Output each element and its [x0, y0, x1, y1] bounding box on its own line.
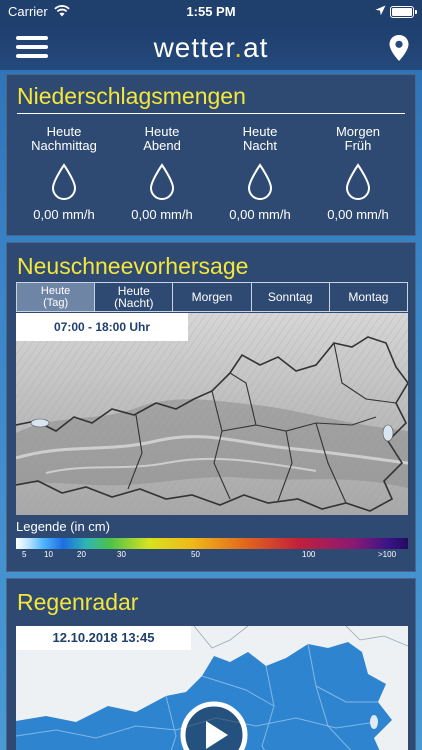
tab-sunday[interactable]: Sonntag [250, 282, 330, 312]
legend-labels: 5 10 20 30 50 100 >100 [16, 550, 408, 562]
tab-monday[interactable]: Montag [328, 282, 409, 312]
location-pin-icon[interactable] [388, 34, 410, 62]
day-tabs: Heute (Tag) Heute (Nacht) Morgen Sonntag M… [16, 282, 409, 312]
legend-tick: 20 [77, 550, 86, 559]
precipitation-title: Niederschlagsmengen [17, 83, 246, 109]
legend-tick: 100 [302, 550, 316, 559]
nav-bar: wetter.at [0, 24, 422, 70]
precip-value: 0,00 mm/h [131, 207, 193, 222]
legend-tick: 10 [44, 550, 53, 559]
legend-tick: 30 [117, 550, 126, 559]
precip-value: 0,00 mm/h [33, 207, 95, 222]
raindrop-icon [345, 163, 371, 200]
logo-main: wetter [153, 32, 235, 63]
title-divider [17, 113, 405, 114]
precip-column-afternoon: Heute Nachmittag 0,00 mm/h [14, 124, 114, 223]
tab-today-day[interactable]: Heute (Tag) [16, 282, 96, 312]
battery-icon [390, 6, 417, 18]
raindrop-icon [247, 163, 273, 200]
tab-today-night[interactable]: Heute (Nacht) [94, 282, 174, 312]
legend-tick: >100 [378, 550, 397, 559]
legend-tick: 5 [22, 550, 27, 559]
legend-color-bar [16, 538, 408, 549]
precip-period-label: Heute Abend [143, 124, 181, 153]
radar-map[interactable]: 12.10.2018 13:45 [16, 626, 408, 750]
legend-title: Legende (in cm) [16, 519, 110, 534]
tab-tomorrow[interactable]: Morgen [172, 282, 252, 312]
play-icon[interactable] [178, 699, 250, 750]
location-arrow-icon [375, 5, 386, 16]
status-bar: Carrier 1:55 PM [0, 0, 422, 24]
snow-relief-map [16, 313, 408, 515]
snow-forecast-title: Neuschneevorhersage [17, 253, 249, 279]
clock: 1:55 PM [186, 4, 236, 19]
raindrop-icon [149, 163, 175, 200]
precipitation-card: Niederschlagsmengen Heute Nachmittag 0,0… [6, 74, 416, 236]
precip-period-label: Heute Nacht [242, 124, 278, 153]
precip-value: 0,00 mm/h [229, 207, 291, 222]
logo-dot: . [234, 32, 244, 63]
rain-radar-title: Regenradar [17, 589, 139, 615]
precip-period-label: Morgen Früh [335, 124, 381, 153]
precip-period-label: Heute Nachmittag [31, 124, 97, 153]
app-logo: wetter.at [0, 32, 422, 64]
precip-value: 0,00 mm/h [327, 207, 389, 222]
snow-forecast-card: Neuschneevorhersage Heute (Tag) Heute (Nac… [6, 242, 416, 572]
logo-tld: at [243, 32, 269, 63]
snow-time-range: 07:00 - 18:00 Uhr [16, 313, 188, 341]
precip-column-night: Heute Nacht 0,00 mm/h [210, 124, 310, 223]
radar-timestamp: 12.10.2018 13:45 [16, 626, 191, 650]
precip-column-morning: Morgen Früh 0,00 mm/h [308, 124, 408, 223]
raindrop-icon [51, 163, 77, 200]
legend-tick: 50 [191, 550, 200, 559]
snow-map[interactable]: 07:00 - 18:00 Uhr [16, 313, 408, 515]
rain-radar-card: Regenradar 12.10.2018 13:45 [6, 578, 416, 750]
precip-column-evening: Heute Abend 0,00 mm/h [112, 124, 212, 223]
